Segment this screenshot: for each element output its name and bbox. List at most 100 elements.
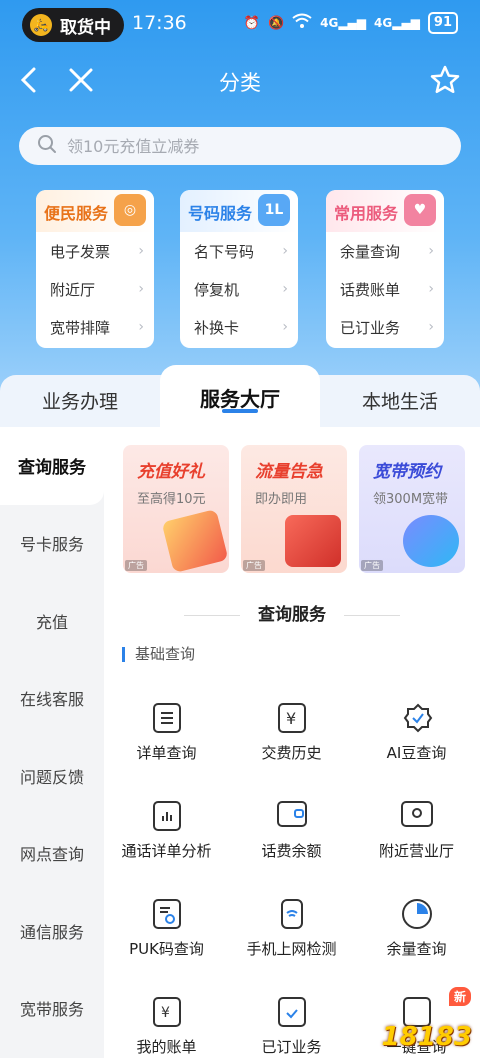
chevron-right-icon: › <box>282 281 288 297</box>
sidebar-item-telecom[interactable]: 通信服务 <box>0 892 104 970</box>
chevron-right-icon: › <box>138 243 144 259</box>
sub-section-title: 基础查询 <box>122 647 195 662</box>
sidebar-item-feedback[interactable]: 问题反馈 <box>0 737 104 815</box>
grid-item-label: 详单查询 <box>136 744 197 762</box>
sidebar-item-sim-card[interactable]: 号卡服务 <box>0 505 104 583</box>
card-item-nearby-hall[interactable]: 附近厅 › <box>36 270 154 308</box>
banner-broadband-booking[interactable]: 宽带预约 领300M宽带 广告 <box>359 445 465 573</box>
grid-item-label: 交费历史 <box>261 744 322 762</box>
card-title: 号码服务 1L <box>180 190 298 232</box>
card-item-balance-query[interactable]: 余量查询 › <box>326 232 444 270</box>
coupon-icon <box>161 508 229 573</box>
list-doc-icon <box>152 703 181 733</box>
grid-item-ai-bean[interactable]: AI豆查询 <box>354 697 479 795</box>
page-title: 分类 <box>219 71 261 95</box>
grid-item-payment-history[interactable]: ¥ 交费历史 <box>229 697 354 795</box>
grid-item-detail-query[interactable]: 详单查询 <box>104 697 229 795</box>
chevron-right-icon: › <box>138 319 144 335</box>
star-icon[interactable] <box>428 63 462 97</box>
section-title: 查询服务 <box>104 600 480 625</box>
chevron-right-icon: › <box>428 281 434 297</box>
ad-label: 广告 <box>361 560 383 571</box>
divider <box>344 614 400 616</box>
grid-item-my-bill[interactable]: ¥ 我的账单 <box>104 991 229 1058</box>
status-bar: 🛵 取货中 17:36 ⏰ 🔕 4G▂▄▆ 4G▂▄▆ 91 <box>0 0 480 50</box>
card-number-service: 号码服务 1L 名下号码 › 停复机 › 补换卡 › <box>180 190 298 348</box>
grid-item-network-check[interactable]: 手机上网检测 <box>229 893 354 991</box>
active-tab-indicator <box>222 409 258 413</box>
watermark-logo: 18183 <box>381 1022 472 1052</box>
card-convenience-service: 便民服务 ◎ 电子发票 › 附近厅 › 宽带排障 › <box>36 190 154 348</box>
tab-service-hall[interactable]: 服务大厅 <box>160 365 320 427</box>
sidebar-item-online-support[interactable]: 在线客服 <box>0 660 104 738</box>
divider <box>184 614 240 616</box>
battery-icon: 91 <box>427 12 458 34</box>
card-item-suspend-resume[interactable]: 停复机 › <box>180 270 298 308</box>
grid-item-remaining-query[interactable]: 余量查询 <box>354 893 479 991</box>
chevron-right-icon: › <box>428 243 434 259</box>
grid-item-subscribed-business[interactable]: 已订业务 <box>229 991 354 1058</box>
sidebar-item-outlet-query[interactable]: 网点查询 <box>0 815 104 893</box>
card-item-phone-bill[interactable]: 话费账单 › <box>326 270 444 308</box>
grid-item-nearby-outlet[interactable]: 附近营业厅 <box>354 795 479 893</box>
search-bar[interactable] <box>19 127 461 165</box>
yuan-receipt-icon: ¥ <box>277 703 306 733</box>
grid-item-puk-query[interactable]: PUK码查询 <box>104 893 229 991</box>
banner-recharge-gift[interactable]: 充值好礼 至高得10元 广告 <box>123 445 229 573</box>
svg-text:¥: ¥ <box>161 1005 170 1021</box>
data-pack-icon <box>285 515 341 567</box>
category-tabs: 业务办理 服务大厅 本地生活 <box>0 365 480 427</box>
sidebar-item-query[interactable]: 查询服务 <box>0 427 104 505</box>
pickup-indicator[interactable]: 🛵 取货中 <box>22 8 124 42</box>
banner-title: 充值好礼 <box>137 462 205 482</box>
card-item-subscribed[interactable]: 已订业务 › <box>326 308 444 346</box>
card-title: 便民服务 ◎ <box>36 190 154 232</box>
search-icon <box>37 134 57 158</box>
status-time: 17:36 <box>132 12 187 34</box>
sidebar-item-broadband[interactable]: 宽带服务 <box>0 970 104 1048</box>
grid-item-label: AI豆查询 <box>386 744 447 762</box>
card-item-e-invoice[interactable]: 电子发票 › <box>36 232 154 270</box>
chevron-right-icon: › <box>282 319 288 335</box>
delivery-icon: 🛵 <box>30 14 52 36</box>
banner-title: 宽带预约 <box>373 462 441 482</box>
chevron-right-icon: › <box>138 281 144 297</box>
new-badge: 新 <box>448 987 471 1006</box>
search-input[interactable] <box>67 136 367 156</box>
bag-check-icon <box>277 997 306 1027</box>
sidebar-item-recharge[interactable]: 充值 <box>0 582 104 660</box>
system-icons: ⏰ 🔕 4G▂▄▆ 4G▂▄▆ 91 <box>244 12 458 34</box>
banner-data-urgent[interactable]: 流量告急 即办即用 广告 <box>241 445 347 573</box>
grid-item-label: 我的账单 <box>136 1038 197 1056</box>
convenience-icon: ◎ <box>114 194 146 226</box>
pie-icon <box>401 899 432 929</box>
phone-wifi-icon <box>280 899 303 929</box>
bill-icon: ¥ <box>152 997 181 1027</box>
sidebar: 查询服务 号卡服务 充值 在线客服 问题反馈 网点查询 通信服务 宽带服务 <box>0 427 104 1058</box>
card-item-my-numbers[interactable]: 名下号码 › <box>180 232 298 270</box>
grid-item-call-analysis[interactable]: 通话详单分析 <box>104 795 229 893</box>
card-common-service: 常用服务 ♥ 余量查询 › 话费账单 › 已订业务 › <box>326 190 444 348</box>
banner-title: 流量告急 <box>255 462 323 482</box>
shopping-bag-icon: ♥ <box>404 194 436 226</box>
grid-item-label: 已订业务 <box>261 1038 322 1056</box>
card-item-replace-sim[interactable]: 补换卡 › <box>180 308 298 346</box>
rocket-icon <box>403 515 459 567</box>
alarm-icon: ⏰ <box>243 15 260 31</box>
grid-item-phone-balance[interactable]: 话费余额 <box>229 795 354 893</box>
ad-label: 广告 <box>243 560 265 571</box>
banner-subtitle: 领300M宽带 <box>373 492 449 507</box>
main-content: 充值好礼 至高得10元 广告 流量告急 即办即用 广告 宽带预约 领300M宽带… <box>104 427 480 1058</box>
svg-text:¥: ¥ <box>286 709 296 728</box>
wallet-icon <box>276 801 307 827</box>
banner-subtitle: 即办即用 <box>255 492 308 507</box>
doc-search-icon <box>152 899 181 929</box>
grid-item-label: 话费余额 <box>261 842 322 860</box>
tab-business[interactable]: 业务办理 <box>0 375 160 427</box>
grid-item-label: 手机上网检测 <box>246 940 337 958</box>
badge-check-icon <box>403 703 432 733</box>
tab-local-life[interactable]: 本地生活 <box>320 375 480 427</box>
card-item-broadband-repair[interactable]: 宽带排障 › <box>36 308 154 346</box>
ad-label: 广告 <box>125 560 147 571</box>
location-screen-icon <box>400 801 433 827</box>
